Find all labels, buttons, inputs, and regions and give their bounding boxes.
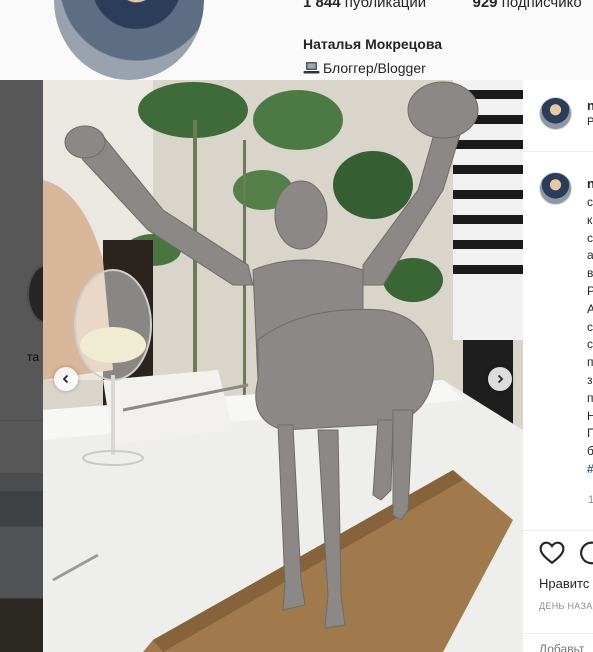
profile-stats: 1 844 публикации 929 подписчико xyxy=(303,0,582,11)
next-photo-button[interactable] xyxy=(488,367,512,391)
author-username[interactable]: n xyxy=(587,98,593,113)
caption-line: A xyxy=(587,301,593,316)
heart-icon[interactable] xyxy=(539,541,565,565)
posts-label: публикации xyxy=(344,0,427,11)
profile-avatar[interactable] xyxy=(54,0,204,80)
post-date[interactable]: ДЕНЬ НАЗАД xyxy=(539,601,593,611)
previous-photo-button[interactable] xyxy=(54,367,78,391)
caption-line: П xyxy=(587,426,593,441)
caption-line: п xyxy=(587,355,593,370)
chevron-left-icon xyxy=(62,374,69,384)
comment-box xyxy=(523,633,593,652)
caption-line: H xyxy=(587,408,593,423)
author-avatar[interactable] xyxy=(539,97,572,130)
profile-name: Наталья Мокрецова xyxy=(303,36,443,52)
post-photo xyxy=(43,80,523,652)
caption-line: c xyxy=(587,337,593,352)
caption-line: a xyxy=(587,248,593,263)
comment-icon[interactable] xyxy=(579,541,593,565)
post-side-panel: n P n c к c a в P A c c п з п H П б # 1 … xyxy=(523,80,593,652)
caption-line: c xyxy=(587,230,593,245)
caption-username[interactable]: n xyxy=(587,176,593,191)
caption-line: c xyxy=(587,195,593,209)
sculpture-image xyxy=(43,80,523,652)
caption-line: c xyxy=(587,319,593,334)
posts-count: 1 844 xyxy=(303,0,341,11)
laptop-icon xyxy=(303,62,320,74)
post-actions: Нравитс ДЕНЬ НАЗАД xyxy=(523,530,593,611)
caption-line: к xyxy=(587,212,593,227)
post-header: n P xyxy=(523,80,593,152)
caption-hashtag[interactable]: # xyxy=(587,461,593,479)
followers-label[interactable]: подписчико xyxy=(502,0,582,11)
caption-text: c к c a в P A c c п з п H П б # xyxy=(587,194,593,479)
caption-avatar[interactable] xyxy=(539,172,572,205)
followers-count[interactable]: 929 xyxy=(473,0,498,11)
chevron-right-icon xyxy=(497,374,504,384)
caption-line: в xyxy=(587,266,593,281)
profile-bio: Блоггер/Blogger xyxy=(303,60,426,76)
profile-bio-text: Блоггер/Blogger xyxy=(323,60,426,76)
caption-line: P xyxy=(587,283,593,298)
author-subtitle: P xyxy=(587,116,593,128)
likes-text[interactable]: Нравитс xyxy=(539,576,589,591)
caption-line: з xyxy=(587,372,593,387)
caption-line: п xyxy=(587,390,593,405)
caption-line: б xyxy=(587,444,593,459)
comment-input[interactable] xyxy=(539,642,593,652)
caption-time: 1 xyxy=(588,494,593,506)
